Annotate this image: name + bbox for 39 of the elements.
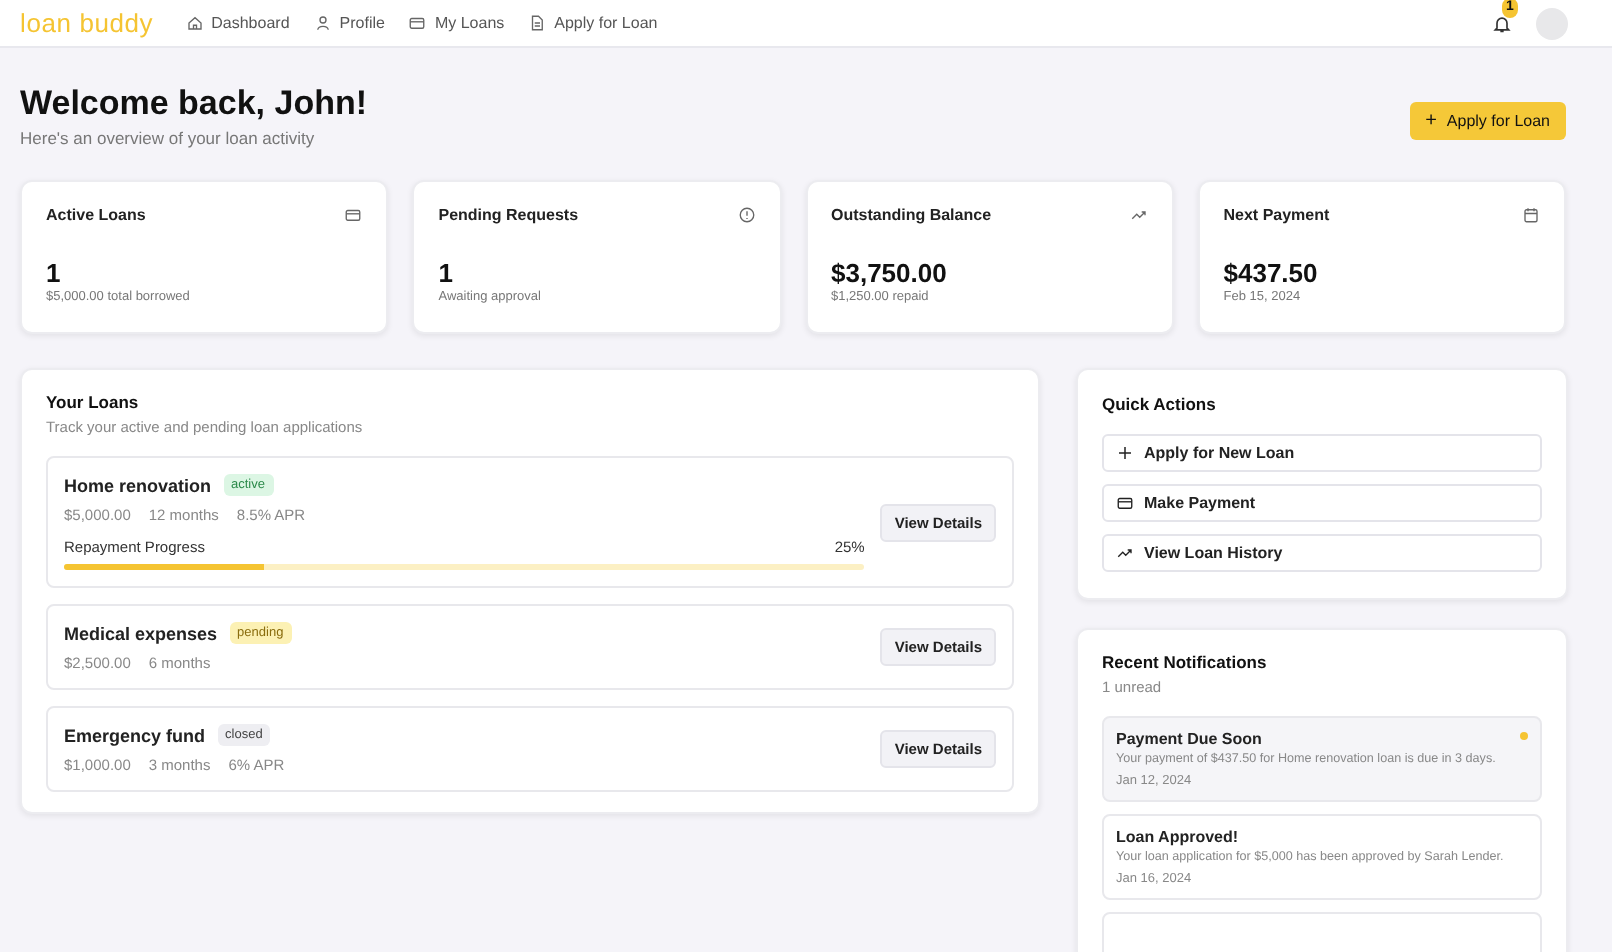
card-icon bbox=[344, 206, 363, 224]
quick-action-button[interactable]: View Loan History bbox=[1102, 534, 1542, 572]
plus-icon bbox=[1116, 444, 1134, 462]
home-icon bbox=[185, 14, 204, 32]
calendar-icon bbox=[1522, 206, 1540, 224]
stat-title: Outstanding Balance bbox=[831, 206, 992, 224]
notification-title: Loan Approved! bbox=[1116, 828, 1239, 846]
quick-action-button[interactable]: Make Payment bbox=[1102, 484, 1542, 522]
quick-action-button[interactable]: Apply for New Loan bbox=[1102, 434, 1542, 472]
welcome-subtitle: Here's an overview of your loan activity bbox=[20, 128, 317, 148]
user-icon bbox=[313, 14, 332, 32]
apply-for-loan-button[interactable]: + Apply for Loan bbox=[1409, 102, 1566, 140]
loan-name: Emergency fund bbox=[64, 725, 206, 745]
card-icon bbox=[1116, 494, 1134, 512]
panel-title: Recent Notifications bbox=[1102, 652, 1269, 672]
unread-dot bbox=[1520, 732, 1528, 740]
stat-value: 1 bbox=[438, 258, 455, 288]
document-icon bbox=[528, 14, 547, 32]
welcome-heading: Welcome back, John! bbox=[20, 84, 368, 124]
trend-up-icon bbox=[1116, 544, 1134, 562]
card-icon bbox=[408, 14, 427, 32]
nav-link[interactable]: My Loans bbox=[408, 14, 505, 32]
stat-title: Next Payment bbox=[1223, 206, 1330, 224]
stat-value: 1 bbox=[46, 258, 63, 288]
trend-up-icon bbox=[1129, 206, 1148, 224]
stat-title: Active Loans bbox=[46, 206, 146, 224]
loan-name: Home renovation bbox=[64, 475, 212, 495]
nav-link[interactable]: Profile bbox=[313, 14, 385, 32]
loan-name: Medical expenses bbox=[64, 623, 218, 643]
panel-title: Your Loans bbox=[46, 392, 141, 412]
bell-icon[interactable] bbox=[1492, 13, 1512, 33]
panel-title: Quick Actions bbox=[1102, 394, 1218, 414]
stat-value: $437.50 bbox=[1223, 258, 1320, 288]
notification-title: Payment Due Soon bbox=[1116, 730, 1262, 748]
info-icon bbox=[737, 206, 755, 224]
stat-title: Pending Requests bbox=[438, 206, 579, 224]
nav-link[interactable]: Dashboard bbox=[185, 14, 290, 32]
stat-value: $3,750.00 bbox=[831, 258, 949, 288]
nav-link[interactable]: Apply for Loan bbox=[528, 14, 658, 32]
